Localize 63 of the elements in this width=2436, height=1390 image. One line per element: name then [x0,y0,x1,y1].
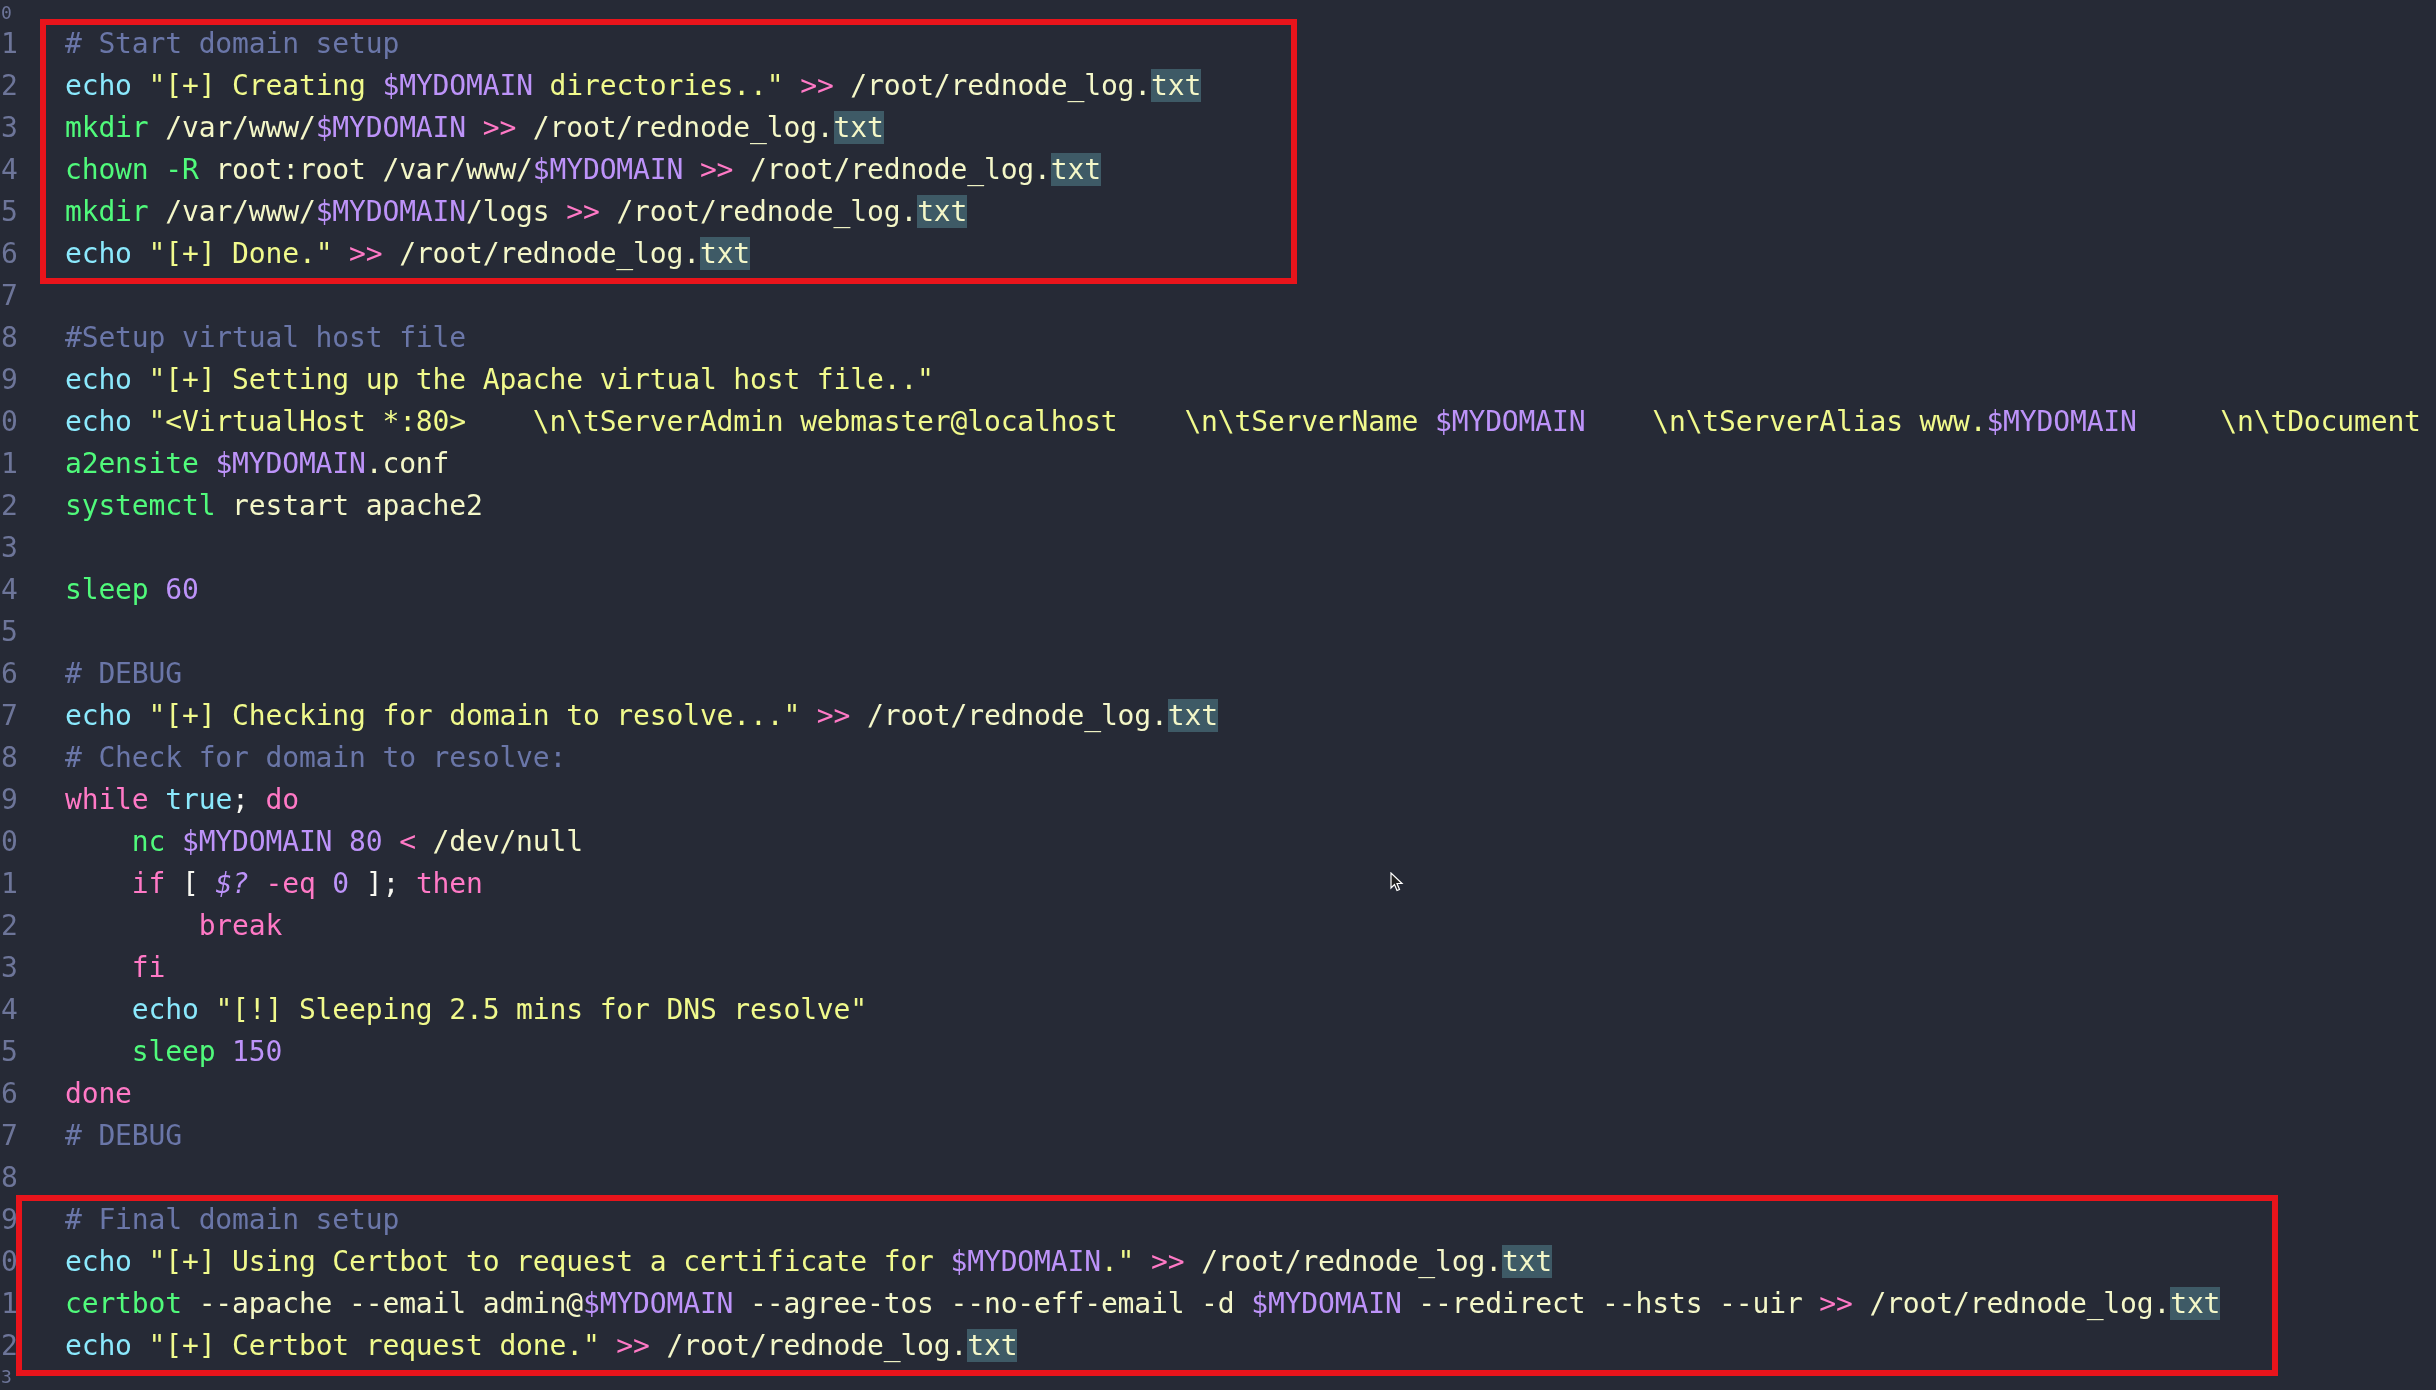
code-line: echo "<VirtualHost *:80> \n\tServerAdmin webmaster@localhost \n\tServerName $MYDOMAIN \n\tServerAlias www.$MYDOMAIN \n\tDocument [65,404,2421,440]
line-number: 4 [0,153,19,187]
code-line: # Check for domain to resolve: [65,740,567,776]
line-number: 7 [0,1119,19,1153]
line-number: 0 [0,3,13,23]
code-line: # Final domain setup [65,1202,400,1238]
code-line: a2ensite $MYDOMAIN.conf [65,446,450,482]
code-line: sleep 150 [130,1034,283,1070]
code-line: echo "[+] Certbot request done." >> /root/rednode_log.txt [65,1328,1018,1364]
line-number: 4 [0,573,19,607]
code-line: mkdir /var/www/$MYDOMAIN/logs >> /root/rednode_log.txt [65,194,968,230]
code-line: systemctl restart apache2 [65,488,483,524]
code-line: echo "[+] Done." >> /root/rednode_log.txt [65,236,751,272]
line-number: 2 [0,69,19,103]
line-number: 9 [0,783,19,817]
line-number: 8 [0,1161,19,1195]
line-number: 3 [0,531,19,565]
line-number: 2 [0,1329,19,1363]
code-line: # DEBUG [65,1118,182,1154]
line-number: 2 [0,489,19,523]
line-number: 6 [0,237,19,271]
code-line: if [ $? -eq 0 ]; then [130,866,483,902]
line-number: 0 [0,1245,19,1279]
line-number: 5 [0,615,19,649]
line-number: 9 [0,363,19,397]
line-number: 0 [0,405,19,439]
line-number: 0 [0,825,19,859]
line-number: 4 [0,993,19,1027]
line-number: 5 [0,1035,19,1069]
code-line: done [65,1076,132,1112]
line-number: 1 [0,27,19,61]
line-number: 8 [0,741,19,775]
code-line: echo "[+] Setting up the Apache virtual host file.." [65,362,934,398]
code-line: sleep 60 [65,572,199,608]
code-line: #Setup virtual host file [65,320,466,356]
code-line: while true; do [65,782,299,818]
line-number: 3 [0,951,19,985]
code-line: certbot --apache --email admin@$MYDOMAIN --agree-tos --no-eff-email -d $MYDOMAIN --redirect --hsts --uir >> /root/rednode_log.txt [65,1286,2221,1322]
mouse-pointer-icon [1390,872,1404,892]
line-number: 6 [0,657,19,691]
line-number: 8 [0,321,19,355]
code-line: chown -R root:root /var/www/$MYDOMAIN >> /root/rednode_log.txt [65,152,1101,188]
code-line: mkdir /var/www/$MYDOMAIN >> /root/rednode_log.txt [65,110,884,146]
line-number: 6 [0,1077,19,1111]
line-number: 1 [0,447,19,481]
code-line: # Start domain setup [65,26,400,62]
line-number: 1 [0,867,19,901]
code-line: echo "[!] Sleeping 2.5 mins for DNS resolve" [130,992,867,1028]
code-line: fi [130,950,166,986]
code-line: nc $MYDOMAIN 80 < /dev/null [130,824,583,860]
line-number: 1 [0,1287,19,1321]
code-line: echo "[+] Checking for domain to resolve..." >> /root/rednode_log.txt [65,698,1218,734]
code-line: echo "[+] Using Certbot to request a certificate for $MYDOMAIN." >> /root/rednode_log.txt [65,1244,1552,1280]
line-number: 5 [0,195,19,229]
code-line: # DEBUG [65,656,182,692]
line-number: 7 [0,699,19,733]
line-number: 3 [0,1367,13,1387]
line-number: 3 [0,111,19,145]
code-line: break [197,908,283,944]
line-number: 7 [0,279,19,313]
code-line: echo "[+] Creating $MYDOMAIN directories.." >> /root/rednode_log.txt [65,68,1202,104]
line-number: 9 [0,1203,19,1237]
line-number: 2 [0,909,19,943]
